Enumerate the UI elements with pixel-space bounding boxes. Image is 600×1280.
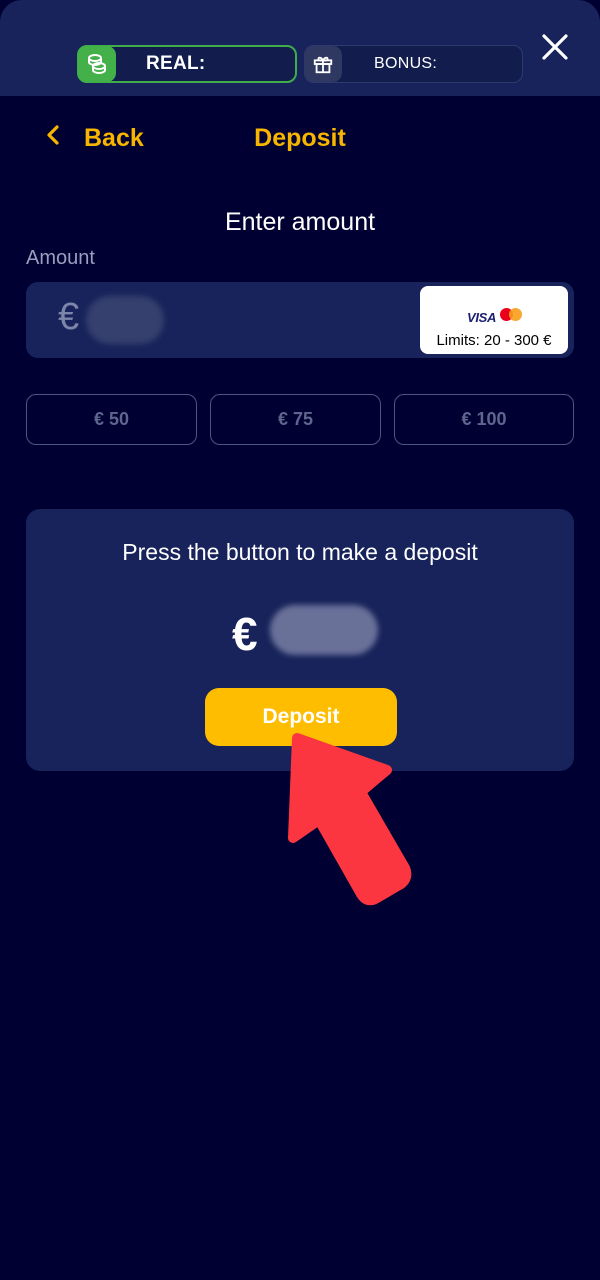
bonus-balance-pill[interactable]: BONUS: <box>304 45 523 83</box>
pointer-arrow-icon <box>288 733 412 906</box>
amount-label: Amount <box>26 247 95 269</box>
amount-value-blurred <box>86 296 164 344</box>
back-label: Back <box>84 123 144 152</box>
real-balance-label: REAL: <box>146 53 206 74</box>
top-bar: REAL: BONUS: <box>0 0 600 96</box>
bonus-balance-label: BONUS: <box>374 55 438 72</box>
limits-text: Limits: 20 - 300 € <box>436 332 552 349</box>
summary-amount-blurred <box>270 605 378 655</box>
chevron-left-icon <box>46 124 60 153</box>
quick-amount-50[interactable]: € 50 <box>26 394 197 445</box>
gift-icon <box>304 46 342 82</box>
amount-input[interactable]: € VISA Limits: 20 - 300 € <box>26 282 574 358</box>
mastercard-icon <box>500 306 526 324</box>
payment-limits-card: VISA Limits: 20 - 300 € <box>420 286 568 354</box>
quick-amount-100[interactable]: € 100 <box>394 394 574 445</box>
real-balance-pill[interactable]: REAL: <box>77 45 297 83</box>
currency-symbol: € <box>58 296 80 338</box>
enter-amount-heading: Enter amount <box>224 208 376 236</box>
coins-icon <box>78 46 116 82</box>
navigation-bar: Deposit Back <box>0 118 600 158</box>
quick-amount-75[interactable]: € 75 <box>210 394 381 445</box>
back-button[interactable]: Back <box>46 118 144 158</box>
deposit-instruction: Press the button to make a deposit <box>122 539 478 565</box>
close-icon[interactable] <box>540 32 570 62</box>
visa-logo: VISA <box>467 310 497 325</box>
summary-currency-symbol: € <box>232 608 258 660</box>
